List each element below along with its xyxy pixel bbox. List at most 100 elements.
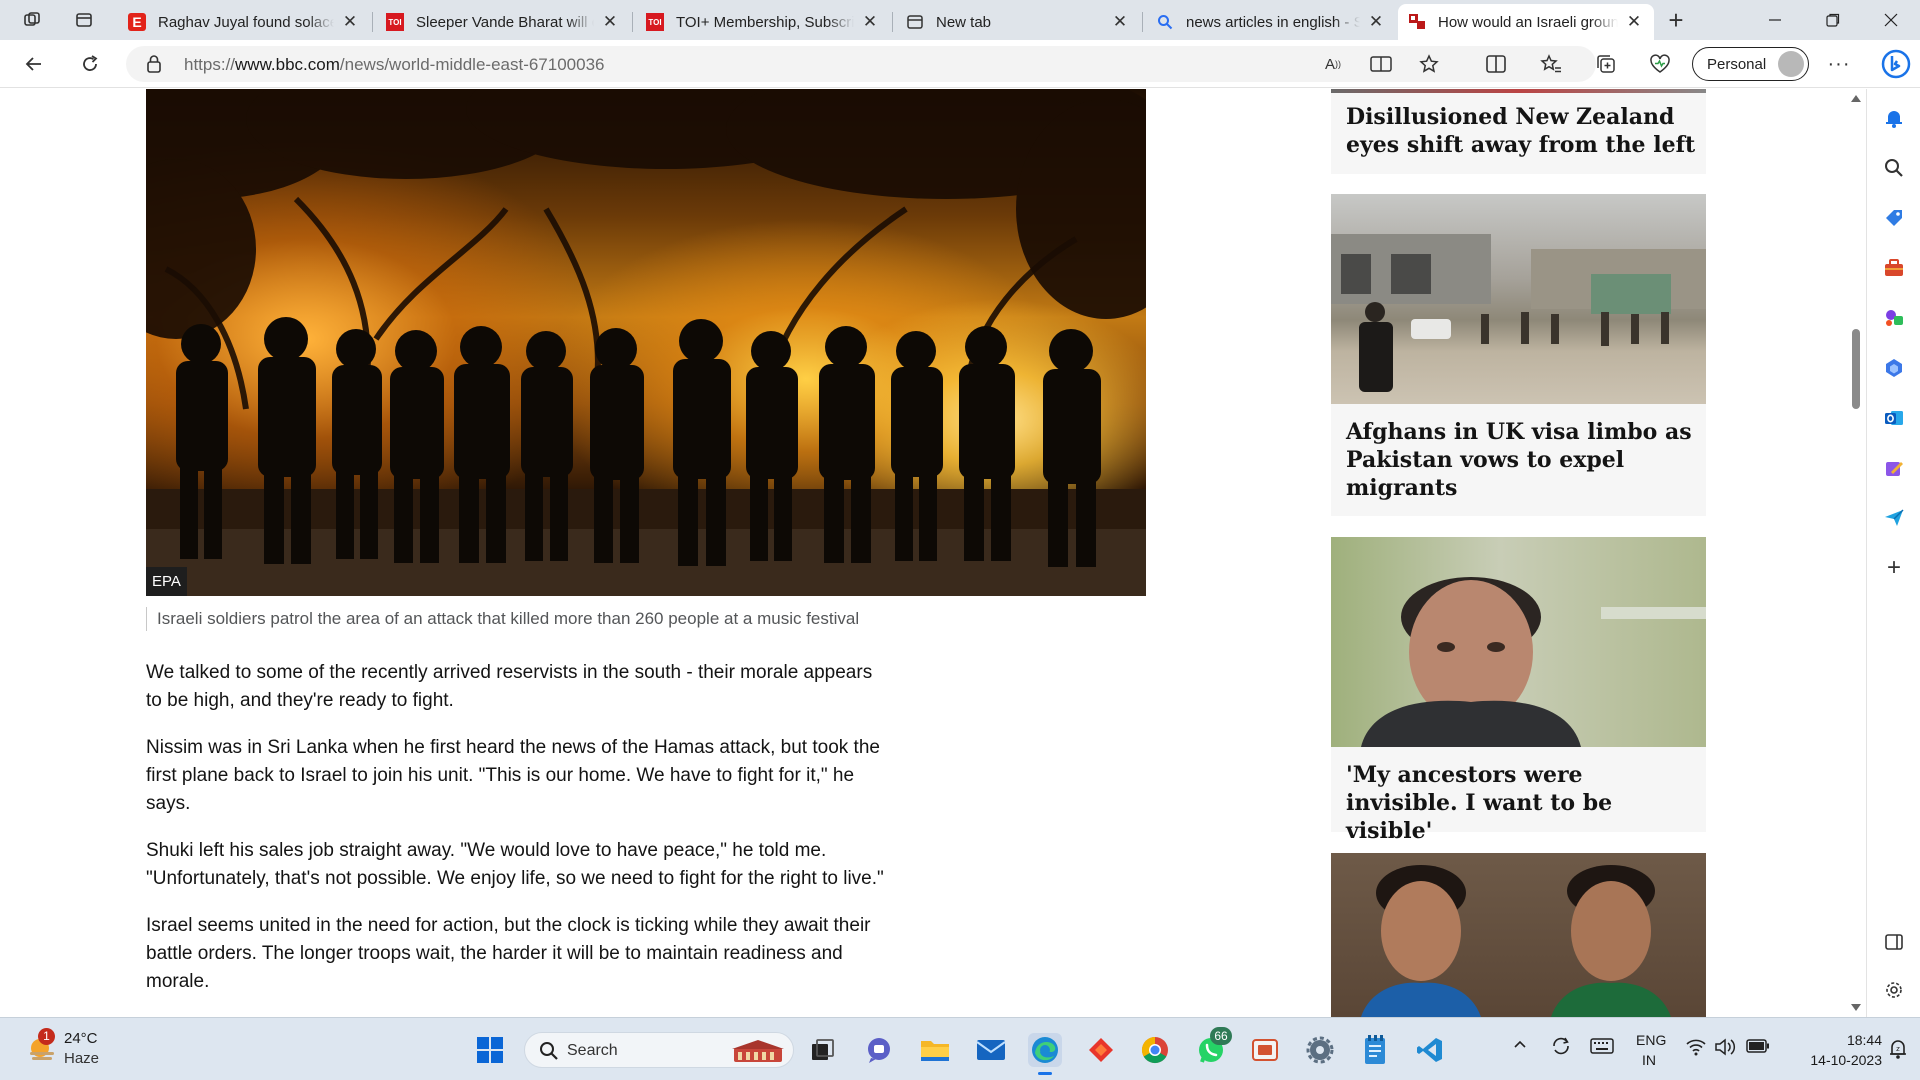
article-body: We talked to some of the recently arrive… bbox=[146, 659, 886, 1015]
article-hero-image bbox=[146, 89, 1146, 596]
tab[interactable]: news articles in english - S ✕ bbox=[1146, 4, 1396, 40]
close-window-icon[interactable] bbox=[1862, 0, 1920, 40]
weather-widget[interactable]: 1 bbox=[24, 1028, 60, 1066]
search-icon[interactable] bbox=[1879, 153, 1909, 183]
url-text[interactable]: https://www.bbc.com/news/world-middle-ea… bbox=[184, 55, 605, 75]
battery-icon[interactable] bbox=[1746, 1039, 1770, 1057]
refresh-icon[interactable] bbox=[74, 48, 106, 80]
scroll-up-arrow-icon[interactable] bbox=[1851, 95, 1861, 102]
tab[interactable]: E Raghav Juyal found solace in ✕ bbox=[118, 4, 370, 40]
close-tab-icon[interactable]: ✕ bbox=[1110, 12, 1130, 32]
scroll-down-arrow-icon[interactable] bbox=[1851, 1004, 1861, 1011]
tab[interactable]: TOI TOI+ Membership, Subscrip ✕ bbox=[636, 4, 890, 40]
mail-icon[interactable] bbox=[974, 1033, 1008, 1067]
tab[interactable]: New tab ✕ bbox=[896, 4, 1140, 40]
collections-icon[interactable] bbox=[1590, 48, 1622, 80]
page-scrollbar[interactable] bbox=[1846, 89, 1866, 1017]
volume-icon[interactable] bbox=[1714, 1037, 1736, 1061]
clock-date[interactable]: 14-10-2023 bbox=[1787, 1052, 1882, 1068]
scrollbar-thumb[interactable] bbox=[1852, 329, 1860, 409]
photo-app-icon[interactable] bbox=[1248, 1033, 1282, 1067]
chrome-icon[interactable] bbox=[1138, 1033, 1172, 1067]
close-tab-icon[interactable]: ✕ bbox=[1366, 12, 1386, 32]
language-line1[interactable]: ENG bbox=[1636, 1032, 1666, 1048]
profile-button[interactable]: Personal bbox=[1692, 47, 1809, 81]
rail-story-card[interactable]: Afghans in UK visa limbo as Pakistan vow… bbox=[1331, 194, 1706, 516]
story-headline[interactable]: Afghans in UK visa limbo as Pakistan vow… bbox=[1346, 418, 1696, 502]
notepad-icon[interactable] bbox=[1358, 1033, 1392, 1067]
notification-center-icon[interactable]: z bbox=[1888, 1038, 1908, 1064]
rail-story-card[interactable]: 'My ancestors were invisible. I want to … bbox=[1331, 537, 1706, 844]
story-thumbnail bbox=[1331, 194, 1706, 404]
new-tab-plus-icon[interactable]: + bbox=[1660, 5, 1692, 35]
games-icon[interactable] bbox=[1879, 303, 1909, 333]
teams-chat-icon[interactable] bbox=[862, 1033, 896, 1067]
tab-actions-icon[interactable] bbox=[68, 6, 100, 34]
notifications-bell-icon[interactable] bbox=[1879, 103, 1909, 133]
ai-app-icon[interactable] bbox=[1084, 1033, 1118, 1067]
settings-gear-icon[interactable] bbox=[1879, 975, 1909, 1005]
tab-active[interactable]: How would an Israeli groun ✕ bbox=[1398, 4, 1654, 40]
language-line2[interactable]: IN bbox=[1642, 1052, 1656, 1068]
soldiers-silhouette-image bbox=[146, 89, 1146, 596]
url-path: /news/world-middle-east-67100036 bbox=[339, 55, 605, 74]
outlook-icon[interactable] bbox=[1879, 403, 1909, 433]
favorite-star-icon[interactable] bbox=[1416, 51, 1442, 77]
whatsapp-icon[interactable]: 66 bbox=[1194, 1027, 1232, 1067]
rail-story-card[interactable]: Disillusioned New Zealand eyes shift awa… bbox=[1331, 89, 1706, 174]
close-tab-icon[interactable]: ✕ bbox=[860, 12, 880, 32]
weather-temp: 24°C bbox=[64, 1030, 98, 1047]
restore-icon[interactable] bbox=[1804, 0, 1862, 40]
weather-badge: 1 bbox=[38, 1028, 55, 1045]
read-aloud-icon[interactable]: A)) bbox=[1320, 51, 1346, 77]
url-scheme: https:// bbox=[184, 55, 236, 74]
close-tab-icon[interactable]: ✕ bbox=[1624, 12, 1644, 32]
close-tab-icon[interactable]: ✕ bbox=[600, 12, 620, 32]
story-thumbnail bbox=[1331, 537, 1706, 747]
workspaces-icon[interactable] bbox=[16, 6, 48, 34]
story-headline[interactable]: 'My ancestors were invisible. I want to … bbox=[1346, 761, 1696, 845]
send-message-icon[interactable] bbox=[1879, 503, 1909, 533]
tools-briefcase-icon[interactable] bbox=[1879, 253, 1909, 283]
more-options-icon[interactable]: ··· bbox=[1823, 48, 1855, 80]
close-tab-icon[interactable]: ✕ bbox=[340, 12, 360, 32]
tab[interactable]: TOI Sleeper Vande Bharat will co ✕ bbox=[376, 4, 630, 40]
reader-view-icon[interactable] bbox=[1368, 51, 1394, 77]
keyboard-icon[interactable] bbox=[1590, 1037, 1614, 1059]
page-content: EPA Israeli soldiers patrol the area of … bbox=[0, 89, 1866, 1017]
sync-icon[interactable] bbox=[1550, 1036, 1572, 1060]
microsoft-365-icon[interactable] bbox=[1879, 353, 1909, 383]
settings-icon[interactable] bbox=[1303, 1033, 1337, 1067]
hide-sidebar-icon[interactable] bbox=[1879, 927, 1909, 957]
wifi-icon[interactable] bbox=[1686, 1038, 1706, 1060]
designer-icon[interactable] bbox=[1879, 453, 1909, 483]
back-arrow-icon[interactable] bbox=[18, 48, 50, 80]
file-explorer-icon[interactable] bbox=[918, 1033, 952, 1067]
tab-title: Sleeper Vande Bharat will co bbox=[416, 13, 594, 31]
minimize-icon[interactable] bbox=[1746, 0, 1804, 40]
task-view-icon[interactable] bbox=[805, 1033, 839, 1067]
story-headline[interactable]: Disillusioned New Zealand eyes shift awa… bbox=[1346, 103, 1696, 159]
rail-story-card[interactable] bbox=[1331, 853, 1706, 1017]
shopping-tag-icon[interactable] bbox=[1879, 203, 1909, 233]
add-sidebar-app-icon[interactable]: + bbox=[1879, 553, 1909, 583]
article-paragraph: Shuki left his sales job straight away. … bbox=[146, 840, 884, 889]
bbc-favicon bbox=[1408, 13, 1426, 31]
tab-favicon: TOI bbox=[646, 13, 664, 31]
windows-start-icon[interactable] bbox=[473, 1033, 507, 1067]
taskbar-search-box[interactable]: Search bbox=[524, 1032, 794, 1068]
svg-text:z: z bbox=[1896, 1045, 1900, 1053]
address-bar[interactable]: https://www.bbc.com/news/world-middle-ea… bbox=[126, 46, 1596, 82]
new-tab-favicon bbox=[906, 13, 924, 31]
windows-taskbar: 1 24°C Haze Search 66 ENG IN 18:44 14-10… bbox=[0, 1017, 1920, 1080]
clock-time[interactable]: 18:44 bbox=[1830, 1032, 1882, 1048]
favorites-icon[interactable] bbox=[1535, 48, 1567, 80]
bing-copilot-icon[interactable] bbox=[1876, 44, 1916, 84]
show-hidden-icons-chevron-icon[interactable] bbox=[1512, 1036, 1528, 1056]
lock-icon[interactable] bbox=[146, 54, 162, 79]
browser-essentials-icon[interactable] bbox=[1644, 48, 1676, 80]
vscode-icon[interactable] bbox=[1413, 1033, 1447, 1067]
edge-browser-icon[interactable] bbox=[1028, 1033, 1062, 1075]
split-screen-icon[interactable] bbox=[1480, 48, 1512, 80]
tab-title: New tab bbox=[936, 13, 992, 31]
